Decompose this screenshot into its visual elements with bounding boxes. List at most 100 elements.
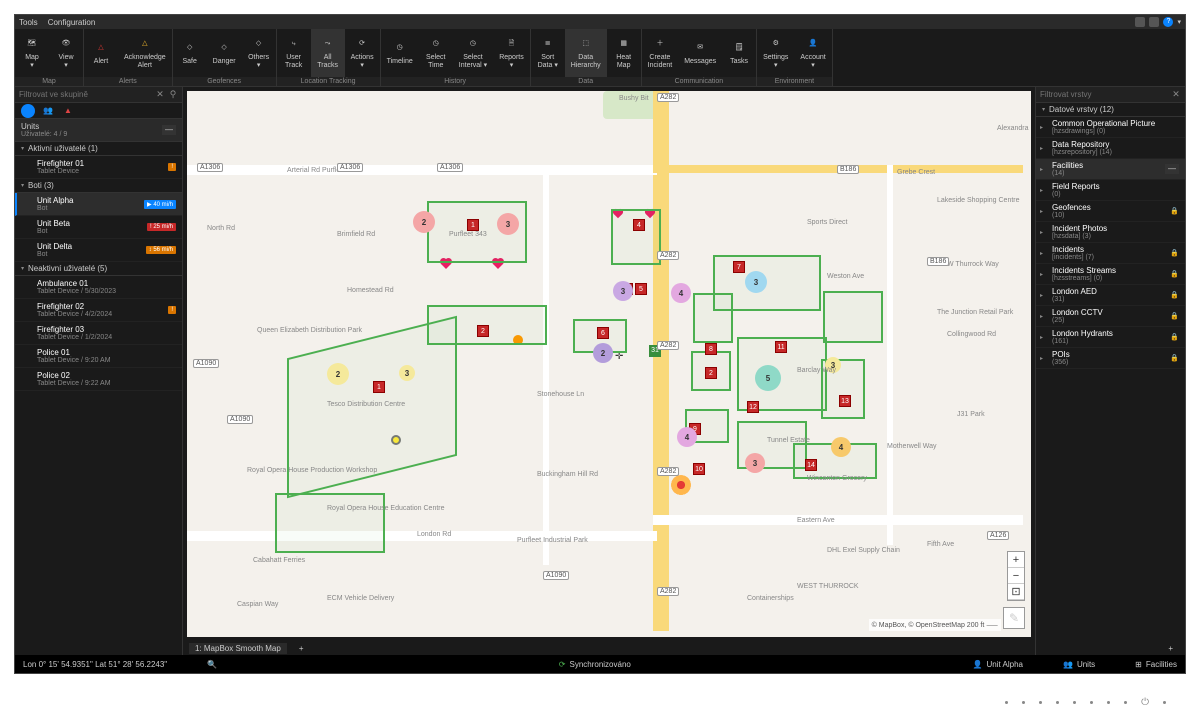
layer-item[interactable]: Field Reports(0) — [1036, 180, 1185, 201]
data-hierarchy-btn[interactable]: ⬚DataHierarchy — [565, 29, 607, 77]
facility-marker[interactable]: 4 — [633, 219, 645, 231]
power-icon[interactable]: ⏻ — [1141, 697, 1149, 708]
layer-item[interactable]: Facilities(14)— — [1036, 159, 1185, 180]
window-icon[interactable] — [1149, 17, 1159, 27]
tasks-btn[interactable]: 🗒Tasks — [722, 29, 756, 77]
select-interval-btn[interactable]: ◷SelectInterval ▾ — [453, 29, 493, 77]
status-user[interactable]: 👤 Unit Alpha — [973, 660, 1023, 669]
view-btn[interactable]: 👁View▾ — [49, 29, 83, 77]
layer-item[interactable]: Data Repository[hzsrepository] (14) — [1036, 138, 1185, 159]
status-layer[interactable]: ⊞ Facilities — [1135, 660, 1177, 669]
reports-btn[interactable]: 🗎Reports▾ — [493, 29, 530, 77]
cluster-marker[interactable]: 4 — [677, 427, 697, 447]
right-filter-input[interactable] — [1040, 90, 1168, 99]
clear-icon[interactable]: ✕ — [155, 90, 165, 100]
facility-marker[interactable]: 11 — [775, 341, 787, 353]
tab-group[interactable]: 👥 — [41, 104, 55, 118]
facility-marker[interactable]: 13 — [839, 395, 851, 407]
messages-btn[interactable]: ✉Messages — [678, 29, 722, 77]
map-tab-add[interactable]: + — [293, 643, 310, 654]
layer-item[interactable]: Incidents Streams[hzsstreams] (0)🔒 — [1036, 264, 1185, 285]
select-time-btn[interactable]: ◷SelectTime — [419, 29, 453, 77]
cluster-marker[interactable]: 3 — [745, 453, 765, 473]
zoom-out-btn[interactable]: − — [1008, 568, 1024, 584]
settings-btn[interactable]: ⚙Settings▾ — [757, 29, 794, 77]
tab-user[interactable] — [21, 104, 35, 118]
units-header[interactable]: Units Uživatelé: 4 / 9 — — [15, 119, 182, 142]
unit-item[interactable]: Unit AlphaBot▶ 40 mi/h — [15, 193, 182, 216]
cluster-marker[interactable]: 4 — [671, 283, 691, 303]
alert-btn[interactable]: △Alert — [84, 29, 118, 77]
menu-caret[interactable]: ▾ — [1177, 18, 1181, 26]
map-tab-1[interactable]: 1: MapBox Smooth Map — [189, 643, 287, 654]
cluster-marker[interactable]: 3 — [745, 271, 767, 293]
layout-icon[interactable] — [1135, 17, 1145, 27]
left-filter-input[interactable] — [19, 90, 152, 99]
cluster-marker[interactable]: 4 — [831, 437, 851, 457]
filter-icon[interactable]: ⚲ — [168, 90, 178, 100]
facility-marker[interactable]: 1 — [373, 381, 385, 393]
cluster-marker[interactable]: 2 — [413, 211, 435, 233]
map-canvas[interactable]: + − ⊡ ✎ © MapBox, © OpenStreetMap 200 ft… — [187, 91, 1031, 637]
heat-map-btn[interactable]: ▦HeatMap — [607, 29, 641, 77]
map-btn[interactable]: 🗺Map▾ — [15, 29, 49, 77]
layer-item[interactable]: Incidents[incidents] (7)🔒 — [1036, 243, 1185, 264]
create-incident-btn[interactable]: ＋CreateIncident — [642, 29, 679, 77]
unit-item[interactable]: Firefighter 01Tablet Device! — [15, 156, 182, 179]
safe-btn[interactable]: ◇Safe — [173, 29, 207, 77]
danger-btn[interactable]: ◇Danger — [207, 29, 242, 77]
edit-btn[interactable]: ✎ — [1003, 607, 1025, 629]
unit-item[interactable]: Unit BetaBot! 25 mi/h — [15, 216, 182, 239]
collapse-btn[interactable]: — — [162, 125, 176, 135]
layers-group-header[interactable]: Datové vrstvy (12) — [1036, 103, 1185, 117]
facility-marker[interactable]: 1 — [467, 219, 479, 231]
ack-alert-btn[interactable]: △AcknowledgeAlert — [118, 29, 172, 77]
cluster-marker[interactable]: 2 — [593, 343, 613, 363]
layer-item[interactable]: London Hydrants(161)🔒 — [1036, 327, 1185, 348]
unit-item[interactable]: Firefighter 02Tablet Device / 4/2/2024! — [15, 299, 182, 322]
layer-item[interactable]: Geofences(10)🔒 — [1036, 201, 1185, 222]
facility-marker[interactable]: 7 — [733, 261, 745, 273]
facility-marker[interactable]: 2 — [705, 367, 717, 379]
facility-marker[interactable]: 12 — [747, 401, 759, 413]
zoom-extent-btn[interactable]: ⊡ — [1008, 584, 1024, 600]
layer-item[interactable]: Common Operational Picture[hzsdrawings] … — [1036, 117, 1185, 138]
geofence[interactable] — [611, 209, 661, 265]
menu-config[interactable]: Configuration — [48, 18, 96, 27]
cluster-marker[interactable]: 2 — [327, 363, 349, 385]
facility-marker[interactable]: 14 — [805, 459, 817, 471]
account-btn[interactable]: 👤Account▾ — [794, 29, 831, 77]
actions-btn[interactable]: ⟳Actions▾ — [345, 29, 380, 77]
cluster-marker[interactable]: 3 — [497, 213, 519, 235]
facility-marker[interactable]: 8 — [705, 343, 717, 355]
section-header[interactable]: Boti (3) — [15, 179, 182, 193]
help-icon[interactable]: ? — [1163, 17, 1173, 27]
cluster-marker[interactable]: 5 — [755, 365, 781, 391]
cluster-marker[interactable]: 3 — [399, 365, 415, 381]
geofence[interactable] — [713, 255, 821, 311]
facility-marker[interactable]: 5 — [635, 283, 647, 295]
unit-item[interactable]: Police 01Tablet Device / 9:20 AM — [15, 345, 182, 368]
user-track-btn[interactable]: ⤷UserTrack — [277, 29, 311, 77]
facility-marker[interactable]: 2 — [477, 325, 489, 337]
cluster-marker[interactable]: 3 — [613, 281, 633, 301]
zoom-in-btn[interactable]: + — [1008, 552, 1024, 568]
layer-item[interactable]: London CCTV(25)🔒 — [1036, 306, 1185, 327]
menu-tools[interactable]: Tools — [19, 18, 38, 27]
geofence[interactable] — [823, 291, 883, 343]
section-header[interactable]: Aktivní uživatelé (1) — [15, 142, 182, 156]
unit-item[interactable]: Police 02Tablet Device / 9:22 AM — [15, 368, 182, 391]
unit-item[interactable]: Unit DeltaBot↕ 56 mi/h — [15, 239, 182, 262]
geofence[interactable] — [275, 493, 385, 553]
facility-marker[interactable]: 10 — [693, 463, 705, 475]
section-header[interactable]: Neaktivní uživatelé (5) — [15, 262, 182, 276]
layer-item[interactable]: London AED(31)🔒 — [1036, 285, 1185, 306]
search-icon[interactable]: 🔍 — [207, 660, 217, 669]
right-tab-add[interactable]: + — [1162, 643, 1179, 654]
facility-marker[interactable]: 6 — [597, 327, 609, 339]
unit-item[interactable]: Ambulance 01Tablet Device / 5/30/2023 — [15, 276, 182, 299]
clear-icon[interactable]: ✕ — [1171, 90, 1181, 100]
status-group[interactable]: 👥 Units — [1063, 660, 1095, 669]
layer-item[interactable]: Incident Photos[hzsdata] (3) — [1036, 222, 1185, 243]
layer-item[interactable]: POIs(356)🔒 — [1036, 348, 1185, 369]
